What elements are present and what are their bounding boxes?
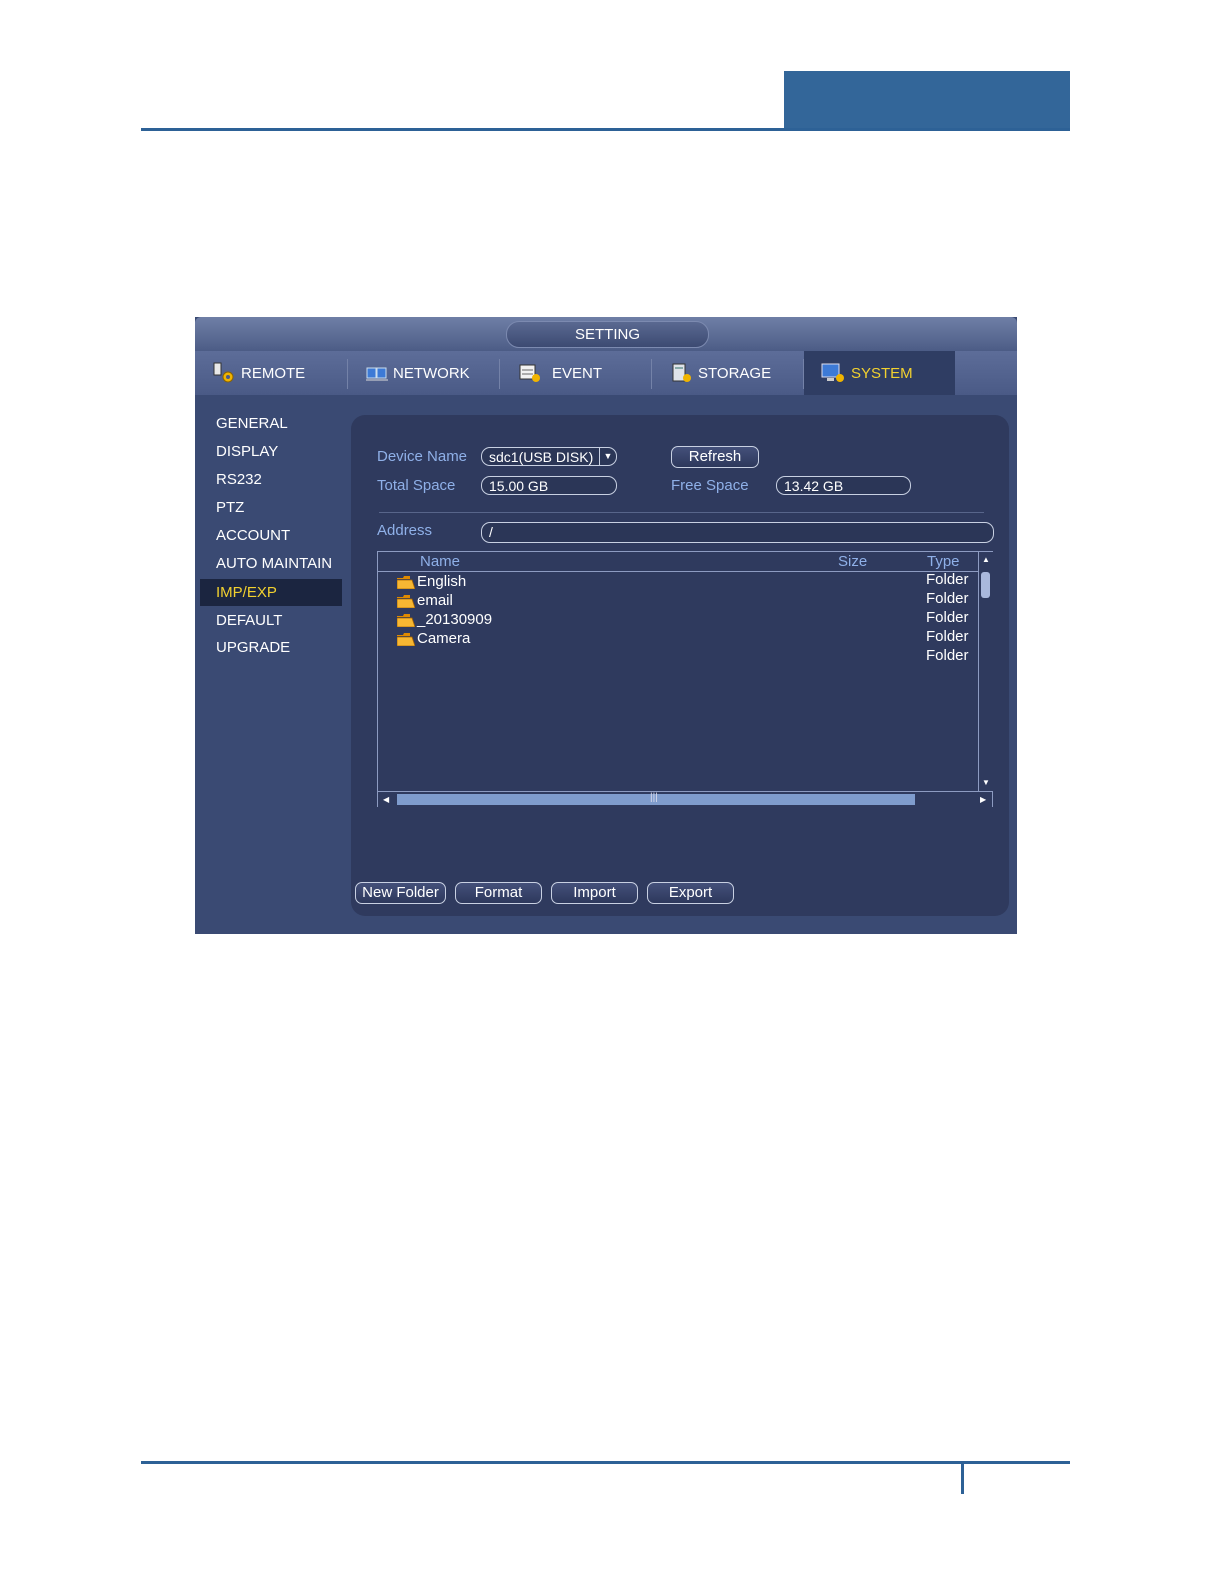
- vertical-scrollbar[interactable]: ▲ ▼: [978, 552, 993, 791]
- tab-system-label: SYSTEM: [851, 364, 913, 382]
- header-rule: [141, 128, 1070, 131]
- folder-icon: [396, 633, 416, 647]
- folder-icon: [396, 595, 416, 609]
- imp-exp-panel: Device Name sdc1(USB DISK) ▼ Refresh Tot…: [351, 415, 1009, 916]
- sidebar-item-default[interactable]: DEFAULT: [200, 607, 342, 634]
- new-folder-button[interactable]: New Folder: [355, 882, 446, 904]
- tab-network-label: NETWORK: [393, 364, 470, 382]
- tab-network[interactable]: NETWORK: [365, 351, 495, 395]
- tab-storage-label: STORAGE: [698, 364, 772, 382]
- column-name[interactable]: Name: [420, 553, 460, 570]
- sidebar-item-account[interactable]: ACCOUNT: [200, 522, 342, 549]
- file-row[interactable]: Folder: [378, 647, 978, 668]
- export-button[interactable]: Export: [647, 882, 734, 904]
- total-space-label: Total Space: [377, 477, 456, 494]
- file-type: Folder: [926, 628, 969, 645]
- sidebar-item-imp-exp[interactable]: IMP/EXP: [200, 579, 342, 606]
- horizontal-scrollbar[interactable]: ◀ ||| ▶: [378, 791, 992, 807]
- free-space-label: Free Space: [671, 477, 749, 494]
- folder-icon: [396, 576, 416, 590]
- event-icon: [518, 362, 542, 384]
- tab-separator: [651, 359, 652, 389]
- horizontal-scroll-thumb[interactable]: |||: [397, 792, 915, 805]
- sidebar-item-display[interactable]: DISPLAY: [200, 438, 342, 465]
- address-label: Address: [377, 522, 433, 539]
- sidebar-item-upgrade[interactable]: UPGRADE: [200, 634, 342, 661]
- system-monitor-icon: [821, 362, 845, 384]
- file-row-english[interactable]: English Folder: [378, 571, 978, 592]
- file-name: _20130909: [417, 611, 493, 628]
- remote-gear-icon: [213, 362, 237, 384]
- format-button[interactable]: Format: [455, 882, 542, 904]
- folder-icon: [396, 614, 416, 628]
- scroll-up-icon[interactable]: ▲: [982, 555, 990, 564]
- device-name-label: Device Name: [377, 448, 468, 465]
- vertical-scroll-thumb[interactable]: [981, 572, 990, 598]
- file-name: Camera: [417, 630, 471, 647]
- window-titlebar: SETTING: [195, 317, 1017, 351]
- scroll-right-icon[interactable]: ▶: [980, 795, 986, 804]
- file-name: English: [417, 573, 467, 590]
- tab-bar: REMOTE NETWORK EVENT STORAGE SYSTEM: [195, 351, 1017, 395]
- column-type[interactable]: Type: [927, 553, 960, 570]
- form-divider: [379, 512, 984, 513]
- file-row-20130909[interactable]: _20130909 Folder: [378, 609, 978, 630]
- sidebar-item-general[interactable]: GENERAL: [200, 410, 342, 437]
- column-size[interactable]: Size: [838, 553, 867, 570]
- header-color-block: [784, 71, 1070, 131]
- setting-window: SETTING REMOTE NETWORK EVENT STORAGE SYS…: [195, 317, 1017, 934]
- tab-remote[interactable]: REMOTE: [213, 351, 343, 395]
- footer-rule: [141, 1461, 1070, 1464]
- file-type: Folder: [926, 609, 969, 626]
- device-name-value: sdc1(USB DISK): [489, 449, 594, 465]
- file-name: email: [417, 592, 453, 609]
- file-list: Name Size Type English Folder email Fold…: [377, 551, 993, 807]
- window-title: SETTING: [506, 321, 709, 348]
- scroll-left-icon[interactable]: ◀: [383, 795, 389, 804]
- free-space-field: 13.42 GB: [776, 476, 911, 495]
- tab-system[interactable]: SYSTEM: [804, 351, 955, 395]
- storage-icon: [670, 362, 694, 384]
- total-space-field: 15.00 GB: [481, 476, 617, 495]
- chevron-down-icon: ▼: [599, 448, 616, 465]
- device-name-select[interactable]: sdc1(USB DISK) ▼: [481, 447, 617, 466]
- tab-separator: [347, 359, 348, 389]
- tab-event[interactable]: EVENT: [518, 351, 648, 395]
- address-field[interactable]: /: [481, 522, 994, 543]
- sidebar-item-ptz[interactable]: PTZ: [200, 494, 342, 521]
- file-row-email[interactable]: email Folder: [378, 590, 978, 611]
- scroll-grip: |||: [650, 792, 658, 803]
- footer-divider: [961, 1464, 964, 1494]
- sidebar-item-rs232[interactable]: RS232: [200, 466, 342, 493]
- tab-event-label: EVENT: [552, 364, 603, 382]
- import-button[interactable]: Import: [551, 882, 638, 904]
- file-row-camera[interactable]: Camera Folder: [378, 628, 978, 649]
- file-type: Folder: [926, 571, 969, 588]
- file-type: Folder: [926, 647, 969, 664]
- tab-separator: [499, 359, 500, 389]
- file-list-header: Name Size Type: [378, 552, 978, 572]
- file-type: Folder: [926, 590, 969, 607]
- tab-storage[interactable]: STORAGE: [670, 351, 800, 395]
- sidebar-item-auto-maintain[interactable]: AUTO MAINTAIN: [200, 550, 342, 577]
- network-icon: [365, 362, 389, 384]
- scroll-down-icon[interactable]: ▼: [982, 778, 990, 787]
- tab-remote-label: REMOTE: [241, 364, 306, 382]
- refresh-button[interactable]: Refresh: [671, 446, 759, 468]
